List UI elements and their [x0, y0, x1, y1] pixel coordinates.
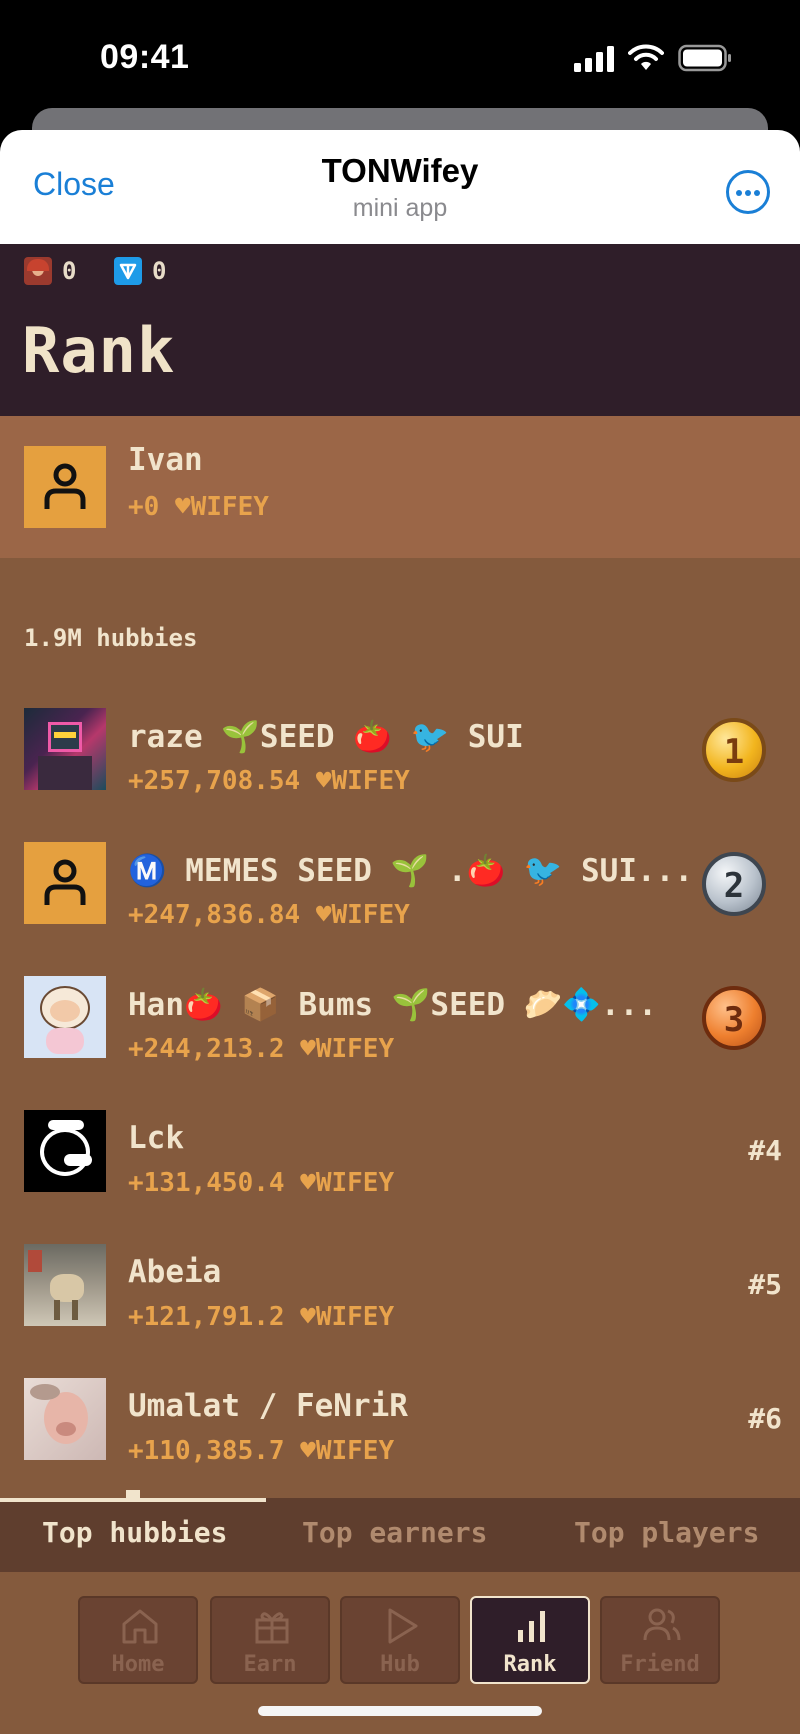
player-score: +110,385.7 ♥WIFEY	[128, 1436, 395, 1466]
user-icon	[44, 859, 86, 905]
rank-number: 3	[723, 1000, 745, 1040]
ton-balance: 0	[114, 256, 166, 286]
leaderboard-row[interactable]: Abeia +121,791.2 ♥WIFEY #5	[0, 1234, 800, 1368]
mini-app-header: Close TONWifey mini app	[0, 130, 800, 244]
player-name: Umalat / FeNriR	[128, 1388, 408, 1424]
leaderboard-row[interactable]: Lck +131,450.4 ♥WIFEY #4	[0, 1100, 800, 1234]
home-icon	[122, 1609, 158, 1644]
ton-balance-value: 0	[152, 257, 167, 285]
nav-earn[interactable]: Earn	[210, 1596, 330, 1684]
player-score: +247,836.84 ♥WIFEY	[128, 900, 410, 930]
active-tab-indicator	[0, 1498, 266, 1502]
player-score: +131,450.4 ♥WIFEY	[128, 1168, 395, 1198]
nav-label: Rank	[503, 1652, 557, 1677]
rank-number: #5	[748, 1268, 782, 1301]
app-header: 0 0 Rank	[0, 244, 800, 416]
status-bar: 09:41	[0, 0, 800, 110]
bar-chart-icon	[518, 1611, 545, 1642]
tab-top-hubbies[interactable]: Top hubbies	[42, 1516, 227, 1549]
user-icon	[44, 463, 86, 509]
player-name: Han🍅 📦 Bums 🌱SEED 🥟💠...	[128, 987, 657, 1023]
bronze-medal-icon: 3	[702, 986, 766, 1050]
nav-friend[interactable]: Friend	[600, 1596, 720, 1684]
status-time: 09:41	[100, 38, 190, 76]
wifi-icon	[628, 44, 664, 70]
my-rank-card: Ivan +0 ♥WIFEY	[0, 416, 800, 558]
player-name: Lck	[128, 1120, 184, 1156]
leaderboard-row[interactable]: Umalat / FeNriR +110,385.7 ♥WIFEY #6	[0, 1368, 800, 1502]
gold-medal-icon: 1	[702, 718, 766, 782]
silver-medal-icon: 2	[702, 852, 766, 916]
avatar	[24, 708, 106, 790]
tab-top-players[interactable]: Top players	[574, 1516, 759, 1549]
play-icon	[388, 1608, 418, 1644]
player-name: Ⓜ️ MEMES SEED 🌱 .🍅 🐦 SUI...	[128, 853, 693, 889]
nav-label: Friend	[620, 1652, 700, 1677]
hubbies-count: 1.9M hubbies	[24, 624, 198, 652]
friends-icon	[643, 1608, 681, 1641]
wifey-balance: 0	[24, 256, 76, 286]
nav-rank[interactable]: Rank	[470, 1596, 590, 1684]
nav-label: Home	[111, 1652, 165, 1677]
wifey-coin-icon	[24, 257, 52, 285]
avatar	[24, 976, 106, 1058]
rank-number: #6	[748, 1402, 782, 1435]
my-score: +0 ♥WIFEY	[128, 492, 269, 522]
player-score: +244,213.2 ♥WIFEY	[128, 1034, 395, 1064]
leaderboard-row[interactable]: Han🍅 📦 Bums 🌱SEED 🥟💠... +244,213.2 ♥WIFE…	[0, 966, 800, 1100]
avatar	[24, 1244, 106, 1326]
more-dots-icon[interactable]	[726, 170, 770, 214]
rank-number: 2	[723, 866, 745, 906]
avatar	[24, 1378, 106, 1460]
ton-coin-icon	[114, 257, 142, 285]
battery-icon	[678, 44, 731, 72]
nav-label: Hub	[380, 1652, 420, 1677]
avatar	[24, 842, 106, 924]
nav-home[interactable]: Home	[78, 1596, 198, 1684]
player-score: +121,791.2 ♥WIFEY	[128, 1302, 395, 1332]
app-subtitle: mini app	[352, 194, 448, 222]
gift-icon	[255, 1612, 289, 1644]
rank-number: #4	[748, 1134, 782, 1167]
cellular-signal-icon	[574, 46, 614, 72]
avatar	[24, 1110, 106, 1192]
home-indicator[interactable]	[258, 1706, 542, 1716]
nav-label: Earn	[243, 1652, 297, 1677]
my-name: Ivan	[128, 442, 203, 478]
page-title: Rank	[22, 314, 176, 387]
active-tab-marker	[126, 1490, 140, 1498]
wifey-balance-value: 0	[62, 257, 77, 285]
player-name: Abeia	[128, 1254, 222, 1290]
tab-top-earners[interactable]: Top earners	[302, 1516, 487, 1549]
app-title: TONWifey	[321, 152, 479, 189]
nav-hub[interactable]: Hub	[340, 1596, 460, 1684]
avatar	[24, 446, 106, 528]
rank-number: 1	[723, 732, 745, 772]
leaderboard-row[interactable]: Ⓜ️ MEMES SEED 🌱 .🍅 🐦 SUI... +247,836.84 …	[0, 832, 800, 966]
leaderboard-tabs: Top hubbies Top earners Top players	[0, 1490, 800, 1572]
leaderboard-row[interactable]: raze 🌱SEED 🍅 🐦 SUI +257,708.54 ♥WIFEY 1	[0, 698, 800, 832]
player-name: raze 🌱SEED 🍅 🐦 SUI	[128, 719, 524, 755]
player-score: +257,708.54 ♥WIFEY	[128, 766, 410, 796]
